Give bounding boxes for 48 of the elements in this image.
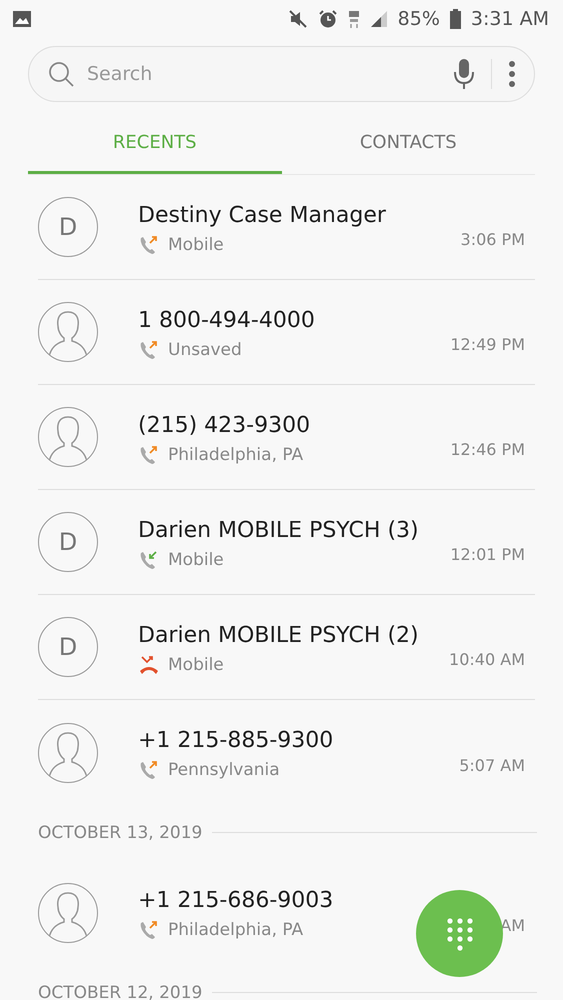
contact-avatar[interactable]: D — [38, 617, 98, 677]
contact-avatar[interactable]: D — [38, 512, 98, 572]
caller-name: Destiny Case Manager — [138, 202, 387, 228]
call-time: 10:40 AM — [449, 650, 525, 669]
call-detail: Mobile — [168, 234, 224, 254]
contact-avatar[interactable] — [38, 302, 98, 362]
more-options-icon[interactable] — [508, 60, 516, 88]
caller-name: (215) 423-9300 — [138, 412, 312, 438]
tab[interactable]: CONTACTS — [282, 114, 535, 174]
call-detail: Unsaved — [168, 340, 242, 360]
call-time: 3:06 PM — [460, 230, 525, 249]
caller-name: +1 215-686-9003 — [138, 888, 334, 913]
call-detail: Philadelphia, PA — [168, 444, 304, 464]
search-bar[interactable]: Search — [28, 46, 535, 102]
call-detail: Mobile — [168, 550, 224, 570]
call-time: 12:01 PM — [450, 545, 525, 564]
call-detail: Pennsylvania — [168, 760, 280, 780]
search-field[interactable]: Search — [85, 62, 443, 86]
contact-avatar[interactable] — [38, 882, 98, 942]
caller-name: 1 800-494-4000 — [138, 308, 316, 332]
battery-icon — [450, 9, 461, 29]
call-detail: Philadelphia, PA — [168, 920, 304, 940]
call-time: 12:46 PM — [450, 440, 525, 459]
avatar-letter: D — [58, 633, 78, 661]
tab[interactable]: RECENTS — [28, 114, 282, 174]
alarm-icon — [318, 9, 338, 29]
signal-icon — [370, 10, 388, 28]
contact-avatar[interactable]: D — [38, 197, 98, 257]
date-header: OCTOBER 13, 2019 — [38, 822, 202, 842]
caller-name: Darien MOBILE PSYCH (3) — [138, 518, 420, 542]
call-time: 5:07 AM — [459, 756, 525, 775]
date-header: OCTOBER 12, 2019 — [38, 982, 202, 1000]
avatar-letter: D — [58, 213, 78, 241]
search-icon — [47, 60, 75, 88]
battery-percent: 85% — [398, 8, 440, 30]
call-detail: Mobile — [168, 654, 224, 674]
lte-icon — [348, 9, 360, 29]
avatar-letter: D — [58, 528, 78, 556]
dialpad-icon — [446, 916, 474, 950]
caller-name: Darien MOBILE PSYCH (2) — [138, 622, 420, 648]
clock-time: 3:31 AM — [470, 8, 549, 30]
mute-icon — [288, 9, 308, 29]
call-time: 12:49 PM — [450, 335, 525, 354]
image-icon — [12, 10, 32, 28]
microphone-icon[interactable] — [453, 58, 475, 90]
caller-name: +1 215-885-9300 — [138, 728, 334, 753]
contact-avatar[interactable] — [38, 722, 98, 782]
contact-avatar[interactable] — [38, 407, 98, 467]
